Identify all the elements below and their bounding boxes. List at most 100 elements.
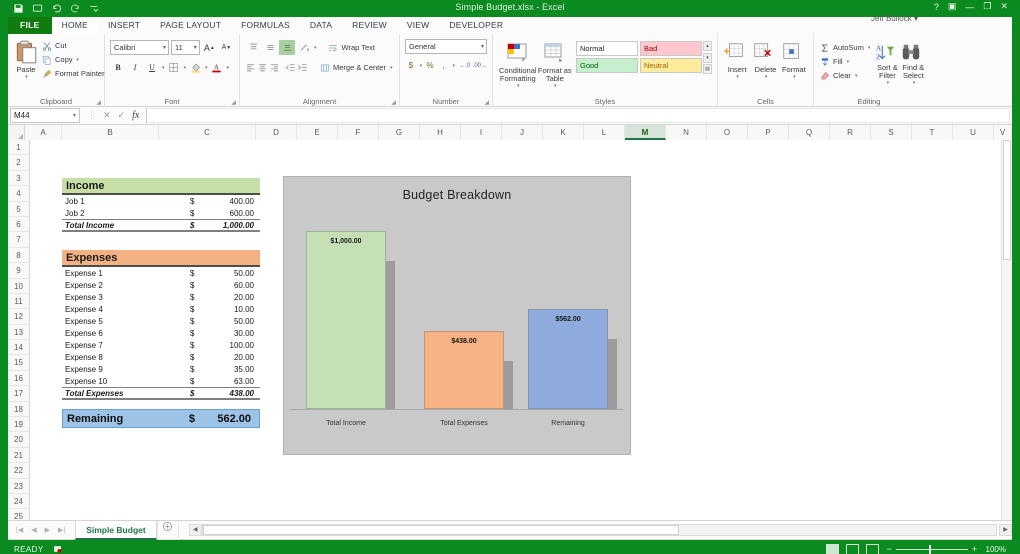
- comma-format-button[interactable]: ,: [438, 58, 450, 73]
- align-top-button[interactable]: [245, 40, 261, 55]
- row-header-20[interactable]: 20: [8, 432, 29, 448]
- row-header-17[interactable]: 17: [8, 386, 29, 402]
- decrease-decimal-button[interactable]: .00→: [473, 58, 487, 73]
- copy-chevron-down-icon[interactable]: ▾: [76, 57, 80, 63]
- row-header-5[interactable]: 5: [8, 202, 29, 217]
- align-middle-button[interactable]: [262, 40, 278, 55]
- row-header-9[interactable]: 9: [8, 263, 29, 279]
- column-header-j[interactable]: J: [502, 125, 543, 140]
- percent-format-button[interactable]: %: [424, 58, 436, 73]
- align-bottom-button[interactable]: [279, 40, 295, 55]
- alignment-dialog-launcher[interactable]: ◢: [391, 99, 396, 106]
- hscroll-left-arrow[interactable]: ◀: [188, 524, 202, 536]
- paste-button[interactable]: Paste ▾: [13, 37, 39, 80]
- align-right-button[interactable]: [269, 60, 280, 75]
- row-header-11[interactable]: 11: [8, 294, 29, 310]
- font-color-chevron-down-icon[interactable]: ▾: [226, 65, 230, 71]
- column-header-b[interactable]: B: [62, 125, 159, 140]
- paste-chevron-down-icon[interactable]: ▾: [24, 74, 28, 80]
- increase-indent-button[interactable]: [297, 60, 308, 75]
- font-size-combobox[interactable]: 11 ▾: [171, 40, 200, 55]
- increase-decimal-button[interactable]: ←.0: [459, 58, 471, 73]
- select-all-button[interactable]: [8, 125, 25, 140]
- tab-view[interactable]: VIEW: [396, 17, 440, 34]
- number-format-combobox[interactable]: General ▾: [405, 39, 487, 54]
- tab-file[interactable]: FILE: [8, 17, 52, 34]
- column-header-p[interactable]: P: [748, 125, 789, 140]
- vertical-scrollbar[interactable]: [1001, 140, 1012, 520]
- styles-scroll-up-icon[interactable]: ▴: [703, 41, 712, 51]
- row-header-10[interactable]: 10: [8, 279, 29, 294]
- find-and-select-button[interactable]: Find & Select ▾: [900, 40, 926, 86]
- borders-chevron-down-icon[interactable]: ▾: [183, 65, 187, 71]
- cut-button[interactable]: Cut: [39, 39, 107, 52]
- cancel-formula-icon[interactable]: ✕: [103, 110, 111, 121]
- chart-bar-total-expenses[interactable]: $438.00: [424, 331, 504, 409]
- row-header-18[interactable]: 18: [8, 402, 29, 418]
- underline-button[interactable]: U: [144, 60, 160, 75]
- decrease-indent-button[interactable]: [285, 60, 296, 75]
- row-header-12[interactable]: 12: [8, 309, 29, 325]
- row-header-8[interactable]: 8: [8, 248, 29, 264]
- row-header-14[interactable]: 14: [8, 340, 29, 356]
- save-icon[interactable]: [12, 3, 25, 15]
- format-cells-button[interactable]: Format ▾: [780, 40, 808, 80]
- ribbon-display-options-icon[interactable]: ▣: [948, 1, 957, 12]
- help-icon[interactable]: ?: [934, 2, 939, 12]
- format-as-table-button[interactable]: Format as Table ▾: [538, 39, 572, 89]
- customize-qat-icon[interactable]: [88, 3, 101, 15]
- row-header-22[interactable]: 22: [8, 463, 29, 479]
- row-header-21[interactable]: 21: [8, 448, 29, 464]
- zoom-level[interactable]: 100%: [984, 545, 1006, 554]
- row-header-1[interactable]: 1: [8, 140, 29, 156]
- tab-data[interactable]: DATA: [299, 17, 343, 34]
- horizontal-scrollbar[interactable]: [201, 524, 997, 536]
- wrap-text-button[interactable]: Wrap Text: [326, 40, 378, 55]
- align-center-button[interactable]: [257, 60, 268, 75]
- cell-style-good[interactable]: Good: [576, 58, 638, 73]
- accounting-format-button[interactable]: $: [405, 58, 417, 73]
- cell-style-neutral[interactable]: Neutral: [640, 58, 702, 73]
- next-sheet-icon[interactable]: ▶: [45, 526, 50, 534]
- row-header-7[interactable]: 7: [8, 232, 29, 248]
- column-header-u[interactable]: U: [953, 125, 994, 140]
- number-dialog-launcher[interactable]: ◢: [484, 99, 489, 106]
- row-header-13[interactable]: 13: [8, 325, 29, 341]
- row-header-2[interactable]: 2: [8, 155, 29, 171]
- tab-developer[interactable]: DEVELOPER: [439, 17, 514, 34]
- insert-chevron-down-icon[interactable]: ▾: [735, 74, 739, 80]
- first-sheet-icon[interactable]: |◀: [16, 526, 23, 534]
- row-header-24[interactable]: 24: [8, 494, 29, 510]
- column-header-h[interactable]: H: [420, 125, 461, 140]
- format-chevron-down-icon[interactable]: ▾: [792, 74, 796, 80]
- close-button[interactable]: ✕: [1000, 1, 1008, 12]
- page-break-view-button[interactable]: [866, 543, 880, 554]
- column-header-q[interactable]: Q: [789, 125, 830, 140]
- clipboard-dialog-launcher[interactable]: ◢: [96, 99, 101, 106]
- sort-and-filter-button[interactable]: AZ Sort & Filter ▾: [874, 40, 900, 86]
- merge-and-center-button[interactable]: Merge & Center ▾: [317, 60, 394, 75]
- redo-icon[interactable]: [69, 3, 82, 15]
- column-header-o[interactable]: O: [707, 125, 748, 140]
- cell-area[interactable]: Income Job 1 $400.00 Job 2 $600.00 Total In…: [30, 140, 1012, 520]
- delete-chevron-down-icon[interactable]: ▾: [764, 74, 768, 80]
- column-header-l[interactable]: L: [584, 125, 625, 140]
- underline-chevron-down-icon[interactable]: ▾: [161, 65, 165, 71]
- align-left-button[interactable]: [245, 60, 256, 75]
- row-header-4[interactable]: 4: [8, 186, 29, 202]
- record-macro-icon[interactable]: [52, 544, 63, 554]
- row-header-25[interactable]: 25: [8, 509, 29, 520]
- normal-view-button[interactable]: [826, 543, 840, 554]
- page-layout-view-button[interactable]: [846, 543, 860, 554]
- sort-filter-chevron-down-icon[interactable]: ▾: [886, 80, 890, 86]
- row-header-6[interactable]: 6: [8, 217, 29, 233]
- zoom-track[interactable]: [895, 544, 968, 554]
- font-color-button[interactable]: A: [209, 60, 225, 75]
- zoom-slider[interactable]: − +: [886, 544, 977, 554]
- column-header-a[interactable]: A: [25, 125, 62, 140]
- format-painter-button[interactable]: Format Painter: [39, 67, 107, 80]
- autosum-chevron-down-icon[interactable]: ▾: [867, 45, 871, 51]
- zoom-out-button[interactable]: −: [886, 544, 891, 554]
- cell-style-normal[interactable]: Normal: [576, 41, 638, 56]
- column-header-v[interactable]: V: [994, 125, 1012, 140]
